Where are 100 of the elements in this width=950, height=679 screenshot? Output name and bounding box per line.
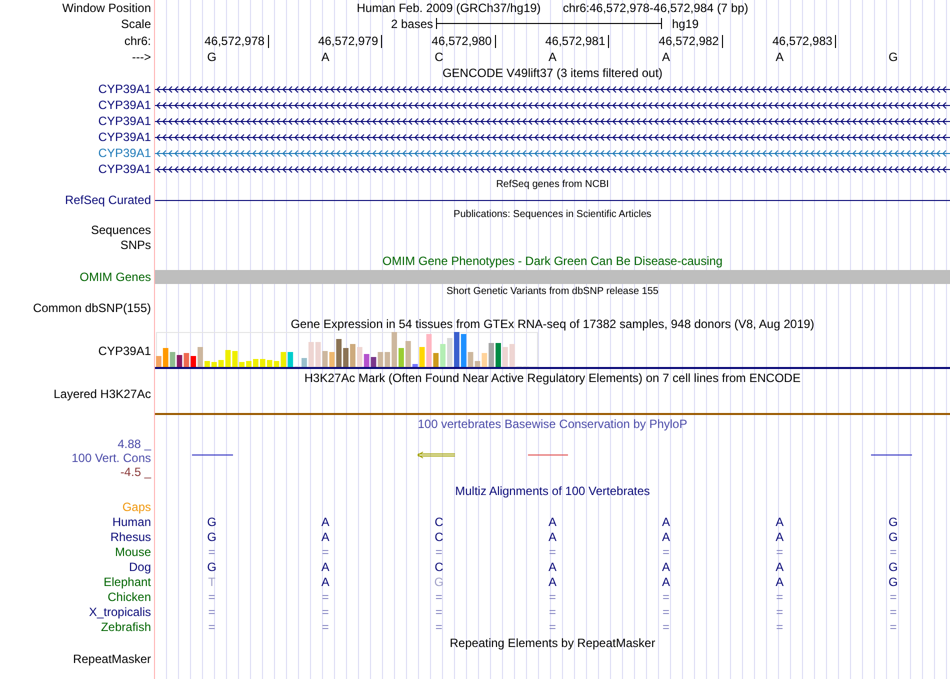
track-label[interactable]: CYP39A1: [98, 98, 151, 112]
track-title: GENCODE V49lift37 (3 items filtered out): [442, 66, 663, 80]
axis-min-label: -4.5 _: [120, 465, 151, 479]
alignment-base: =: [434, 620, 444, 634]
tick-mark: [835, 34, 836, 48]
track-label[interactable]: Elephant: [104, 574, 151, 588]
alignment-base: =: [775, 544, 784, 558]
track-label[interactable]: CYP39A1: [98, 146, 151, 160]
track-label[interactable]: Human: [112, 514, 151, 528]
alignment-base: A: [774, 530, 785, 544]
alignment-base: A: [661, 514, 672, 528]
track-title: Publications: Sequences in Scientific Articles: [454, 208, 652, 222]
alignment-base: =: [207, 544, 216, 558]
base-letter: A: [547, 50, 558, 64]
alignment-base: G: [433, 574, 445, 588]
alignment-base: A: [774, 514, 785, 528]
track-title: Multiz Alignments of 100 Vertebrates: [455, 484, 650, 498]
alignment-base: A: [547, 514, 558, 528]
alignment-base: =: [888, 604, 898, 618]
track-label[interactable]: CYP39A1: [98, 82, 151, 96]
base-letter: A: [774, 50, 785, 64]
track-label[interactable]: Layered H3K27Ac: [54, 387, 151, 401]
track-label[interactable]: Rhesus: [110, 530, 151, 544]
track-label[interactable]: RefSeq Curated: [64, 193, 151, 207]
alignment-base: A: [661, 560, 672, 574]
alignment-base: =: [662, 544, 671, 558]
alignment-base: =: [320, 604, 330, 618]
alignment-base: A: [774, 574, 785, 588]
alignment-base: G: [888, 514, 899, 528]
base-letter: C: [434, 50, 444, 64]
alignment-base: =: [775, 620, 784, 634]
alignment-base: G: [206, 560, 218, 574]
alignment-base: =: [434, 590, 444, 604]
position-label: 46,572,982: [658, 34, 719, 48]
alignment-base: C: [434, 560, 444, 574]
alignment-base: =: [775, 604, 784, 618]
alignment-base: =: [548, 604, 557, 618]
track-label[interactable]: Common dbSNP(155): [32, 300, 151, 314]
alignment-base: =: [775, 590, 784, 604]
alignment-base: A: [661, 530, 672, 544]
track-title: RefSeq genes from NCBI: [496, 178, 609, 192]
alignment-base: =: [207, 604, 216, 618]
row-label: chr6:: [124, 34, 151, 48]
alignment-base: C: [434, 514, 444, 528]
alignment-base: A: [661, 574, 672, 588]
axis-max-label: 4.88 _: [118, 437, 151, 451]
track-label[interactable]: CYP39A1: [98, 162, 151, 176]
alignment-base: T: [207, 574, 216, 588]
base-letter: G: [206, 50, 218, 64]
alignment-base: A: [320, 514, 330, 528]
track-label[interactable]: X_tropicalis: [88, 604, 151, 618]
alignment-base: =: [320, 544, 330, 558]
alignment-base: A: [547, 574, 558, 588]
track-label[interactable]: CYP39A1: [98, 344, 151, 358]
base-letter: G: [888, 50, 899, 64]
alignment-base: =: [888, 544, 898, 558]
track-title: H3K27Ac Mark (Often Found Near Active Regulatory Elements) on 7 cell lines from ENCODE: [304, 370, 801, 384]
track-label[interactable]: OMIM Genes: [80, 270, 151, 284]
tick-mark: [268, 34, 269, 48]
alignment-base: =: [320, 590, 330, 604]
alignment-base: =: [888, 620, 898, 634]
row-label: --->: [132, 50, 151, 64]
track-label[interactable]: Sequences: [90, 222, 151, 236]
alignment-base: G: [888, 574, 899, 588]
position-label: 46,572,979: [318, 34, 378, 48]
tick-mark: [722, 34, 723, 48]
tick-mark: [608, 34, 610, 48]
alignment-base: A: [320, 530, 330, 544]
position-label: 46,572,978: [204, 34, 265, 48]
track-title: Short Genetic Variants from dbSNP release 155: [446, 285, 658, 299]
alignment-base: =: [320, 620, 330, 634]
track-label[interactable]: Zebrafish: [100, 620, 151, 634]
alignment-base: =: [548, 544, 557, 558]
alignment-base: =: [434, 544, 444, 558]
track-label[interactable]: Dog: [128, 560, 151, 574]
alignment-base: A: [774, 560, 785, 574]
alignment-base: =: [662, 604, 671, 618]
alignment-base: A: [547, 560, 558, 574]
alignment-base: G: [206, 530, 218, 544]
base-letter: A: [320, 50, 330, 64]
alignment-base: C: [434, 530, 444, 544]
alignment-base: G: [888, 530, 899, 544]
alignment-base: =: [662, 590, 671, 604]
track-title: 100 vertebrates Basewise Conservation by PhyloP: [418, 417, 688, 431]
assembly-text: Human Feb. 2009 (GRCh37/hg19): [356, 0, 541, 14]
scale-assembly: hg19: [672, 16, 699, 30]
position-label: 46,572,983: [772, 34, 832, 48]
alignment-base: =: [434, 604, 444, 618]
track-label[interactable]: CYP39A1: [98, 114, 151, 128]
position-label: 46,572,980: [432, 34, 492, 48]
alignment-base: G: [888, 560, 899, 574]
tick-mark: [494, 34, 496, 48]
track-label[interactable]: Chicken: [108, 590, 151, 604]
track-label[interactable]: CYP39A1: [98, 130, 151, 144]
track-label[interactable]: RepeatMasker: [72, 652, 151, 666]
track-label[interactable]: Mouse: [114, 544, 151, 558]
base-letter: A: [661, 50, 672, 64]
track-label[interactable]: 100 Vert. Cons: [72, 451, 151, 465]
track-label[interactable]: SNPs: [120, 238, 151, 252]
track-title: OMIM Gene Phenotypes - Dark Green Can Be Disease-causing: [382, 254, 723, 268]
